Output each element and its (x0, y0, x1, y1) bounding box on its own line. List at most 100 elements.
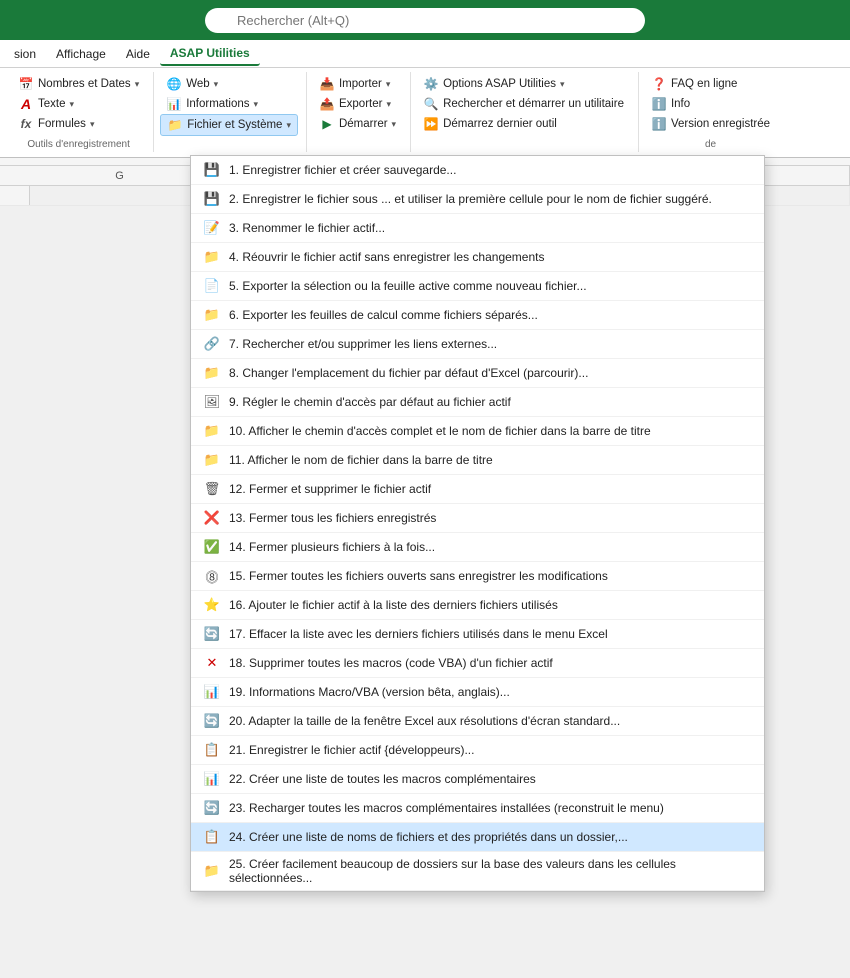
search2-icon: 🔍 (423, 96, 439, 112)
dropdown-item-text-9: 9. Régler le chemin d'accès par défaut a… (229, 395, 752, 409)
dropdown-item-21[interactable]: 📋 21. Enregistrer le fichier actif {dével… (191, 736, 764, 765)
dropdown-item-4[interactable]: 📁4. Réouvrir le fichier actif sans enreg… (191, 243, 764, 272)
menu-item-asap[interactable]: ASAP Utilities (160, 42, 260, 66)
set-path-icon: 🖼 (203, 393, 221, 411)
dropdown-item-1[interactable]: 💾 1. Enregistrer fichier et créer sauvega… (191, 156, 764, 185)
export-sel-icon: 📄 (203, 277, 221, 295)
search-input[interactable] (205, 8, 645, 33)
reload-macros-icon: 🔄 (203, 799, 221, 817)
dropdown-item-18[interactable]: ✕18. Supprimer toutes les macros (code V… (191, 649, 764, 678)
dropdown-item-24[interactable]: 📋24. Créer une liste de noms de fichiers… (191, 823, 764, 852)
dropdown-item-25[interactable]: 📁25. Créer facilement beaucoup de dossie… (191, 852, 764, 891)
dropdown-item-22[interactable]: 📊22. Créer une liste de toutes les macro… (191, 765, 764, 794)
dropdown-item-8[interactable]: 📁8. Changer l'emplacement du fichier par… (191, 359, 764, 388)
dropdown-item-text-13: 13. Fermer tous les fichiers enregistrés (229, 511, 752, 525)
dropdown-item-text-21: 21. Enregistrer le fichier actif {dévelo… (229, 743, 752, 757)
ribbon-group-import: 📥 Importer ▾ 📤 Exporter ▾ ▶ Démarrer ▾ (309, 72, 411, 152)
change-loc-icon: 📁 (203, 364, 221, 382)
dropdown-item-23[interactable]: 🔄 23. Recharger toutes les macros complém… (191, 794, 764, 823)
ribbon-btn-formules-label: Formules (38, 118, 86, 130)
ribbon-btn-exporter-label: Exporter (339, 98, 382, 110)
ribbon-btn-exporter[interactable]: 📤 Exporter ▾ (313, 94, 397, 114)
ribbon-btn-fichier[interactable]: 📁 Fichier et Système ▾ (160, 114, 298, 136)
save-icon: 💾 (203, 161, 221, 179)
search-bar: 🔍 (0, 0, 850, 40)
ribbon-btn-version[interactable]: ℹ️ Version enregistrée (645, 114, 776, 134)
ribbon-btn-importer[interactable]: 📥 Importer ▾ (313, 74, 396, 94)
play-icon: ▶ (319, 116, 335, 132)
dropdown-item-text-23: 23. Recharger toutes les macros compléme… (229, 801, 752, 815)
ribbon-group-tools: 📅 Nombres et Dates ▾ A Texte ▾ fx Formul… (8, 72, 154, 152)
chevron-down-icon: ▾ (135, 79, 140, 90)
menu-bar: sion Affichage Aide ASAP Utilities (0, 40, 850, 68)
ribbon-group-tools-label: Outils d'enregistrement (12, 137, 145, 150)
create-folders-icon: 📁 (203, 862, 221, 880)
ribbon-btn-texte-label: Texte (38, 98, 66, 110)
ribbon-btn-nombres[interactable]: 📅 Nombres et Dates ▾ (12, 74, 145, 94)
ribbon-group-help-label: de (645, 137, 776, 150)
ribbon-btn-options[interactable]: ⚙️ Options ASAP Utilities ▾ (417, 74, 570, 94)
chevron-down-icon: ▾ (386, 99, 391, 110)
macro-info-icon: 📊 (203, 683, 221, 701)
dropdown-item-14[interactable]: ✅14. Fermer plusieurs fichiers à la fois… (191, 533, 764, 562)
clear-recent-icon: 🔄 (203, 625, 221, 643)
dropdown-item-text-4: 4. Réouvrir le fichier actif sans enregi… (229, 250, 752, 264)
del-macros-icon: ✕ (203, 654, 221, 672)
dropdown-item-text-2: 2. Enregistrer le fichier sous ... et ut… (229, 192, 752, 206)
folder-icon: 📁 (167, 117, 183, 133)
dropdown-item-10[interactable]: 📁10. Afficher le chemin d'accès complet … (191, 417, 764, 446)
save-dev-icon: 📋 (203, 741, 221, 759)
close-del-icon: 🗑 (203, 480, 221, 498)
menu-item-aide[interactable]: Aide (116, 43, 160, 65)
ribbon-btn-demarrez[interactable]: ⏩ Démarrez dernier outil (417, 114, 563, 134)
dropdown-item-5[interactable]: 📄 5. Exporter la sélection ou la feuille … (191, 272, 764, 301)
dropdown-item-9[interactable]: 🖼 9. Régler le chemin d'accès par défaut … (191, 388, 764, 417)
dropdown-item-7[interactable]: 🔗 7. Rechercher et/ou supprimer les liens… (191, 330, 764, 359)
dropdown-item-text-5: 5. Exporter la sélection ou la feuille a… (229, 279, 752, 293)
dropdown-item-12[interactable]: 🗑12. Fermer et supprimer le fichier acti… (191, 475, 764, 504)
dropdown-item-6[interactable]: 📁6. Exporter les feuilles de calcul comm… (191, 301, 764, 330)
ribbon-group-web: 🌐 Web ▾ 📊 Informations ▾ 📁 Fichier et Sy… (156, 72, 307, 152)
dropdown-item-text-3: 3. Renommer le fichier actif... (229, 221, 752, 235)
dropdown-item-20[interactable]: 🔄20. Adapter la taille de la fenêtre Exc… (191, 707, 764, 736)
dropdown-item-2[interactable]: 💾2. Enregistrer le fichier sous ... et u… (191, 185, 764, 214)
ribbon-btn-demarrer[interactable]: ▶ Démarrer ▾ (313, 114, 402, 134)
dropdown-item-text-6: 6. Exporter les feuilles de calcul comme… (229, 308, 752, 322)
ribbon-btn-demarrer-label: Démarrer (339, 118, 388, 130)
dropdown-item-17[interactable]: 🔄17. Effacer la liste avec les derniers … (191, 620, 764, 649)
dropdown-item-16[interactable]: ⭐16. Ajouter le fichier actif à la liste… (191, 591, 764, 620)
ribbon-btn-version-label: Version enregistrée (671, 118, 770, 130)
last-tool-icon: ⏩ (423, 116, 439, 132)
ribbon-btn-formules[interactable]: fx Formules ▾ (12, 114, 100, 134)
ribbon-btn-informations[interactable]: 📊 Informations ▾ (160, 94, 264, 114)
ribbon-btn-texte[interactable]: A Texte ▾ (12, 94, 80, 114)
menu-item-sion[interactable]: sion (4, 43, 46, 65)
ribbon-btn-rechercher[interactable]: 🔍 Rechercher et démarrer un utilitaire (417, 94, 630, 114)
chevron-down-icon: ▾ (70, 99, 75, 110)
dropdown-item-13[interactable]: ❌13. Fermer tous les fichiers enregistré… (191, 504, 764, 533)
chevron-down-icon: ▾ (560, 79, 565, 90)
links-icon: 🔗 (203, 335, 221, 353)
ribbon-btn-web[interactable]: 🌐 Web ▾ (160, 74, 224, 94)
ribbon-btn-demarrez-label: Démarrez dernier outil (443, 118, 557, 130)
gear-icon: ⚙️ (423, 76, 439, 92)
dropdown-item-15[interactable]: ⓼15. Fermer toutes les fichiers ouverts … (191, 562, 764, 591)
ribbon-btn-faq[interactable]: ❓ FAQ en ligne (645, 74, 743, 94)
dropdown-item-19[interactable]: 📊19. Informations Macro/VBA (version bêt… (191, 678, 764, 707)
ribbon-btn-rechercher-label: Rechercher et démarrer un utilitaire (443, 98, 624, 110)
dropdown-item-text-20: 20. Adapter la taille de la fenêtre Exce… (229, 714, 752, 728)
dropdown-item-text-16: 16. Ajouter le fichier actif à la liste … (229, 598, 752, 612)
web-icon: 🌐 (166, 76, 182, 92)
menu-item-affichage[interactable]: Affichage (46, 43, 116, 65)
dropdown-item-text-7: 7. Rechercher et/ou supprimer les liens … (229, 337, 752, 351)
file-list-icon: 📋 (203, 828, 221, 846)
ribbon-btn-info[interactable]: ℹ️ Info (645, 94, 696, 114)
info-chart-icon: 📊 (166, 96, 182, 112)
ribbon-btn-options-label: Options ASAP Utilities (443, 78, 556, 90)
ribbon-btn-informations-label: Informations (186, 98, 249, 110)
dropdown-item-text-14: 14. Fermer plusieurs fichiers à la fois.… (229, 540, 752, 554)
dropdown-item-3[interactable]: 📝3. Renommer le fichier actif... (191, 214, 764, 243)
question-icon: ❓ (651, 76, 667, 92)
dropdown-item-text-1: 1. Enregistrer fichier et créer sauvegar… (229, 163, 752, 177)
dropdown-item-11[interactable]: 📁11. Afficher le nom de fichier dans la … (191, 446, 764, 475)
